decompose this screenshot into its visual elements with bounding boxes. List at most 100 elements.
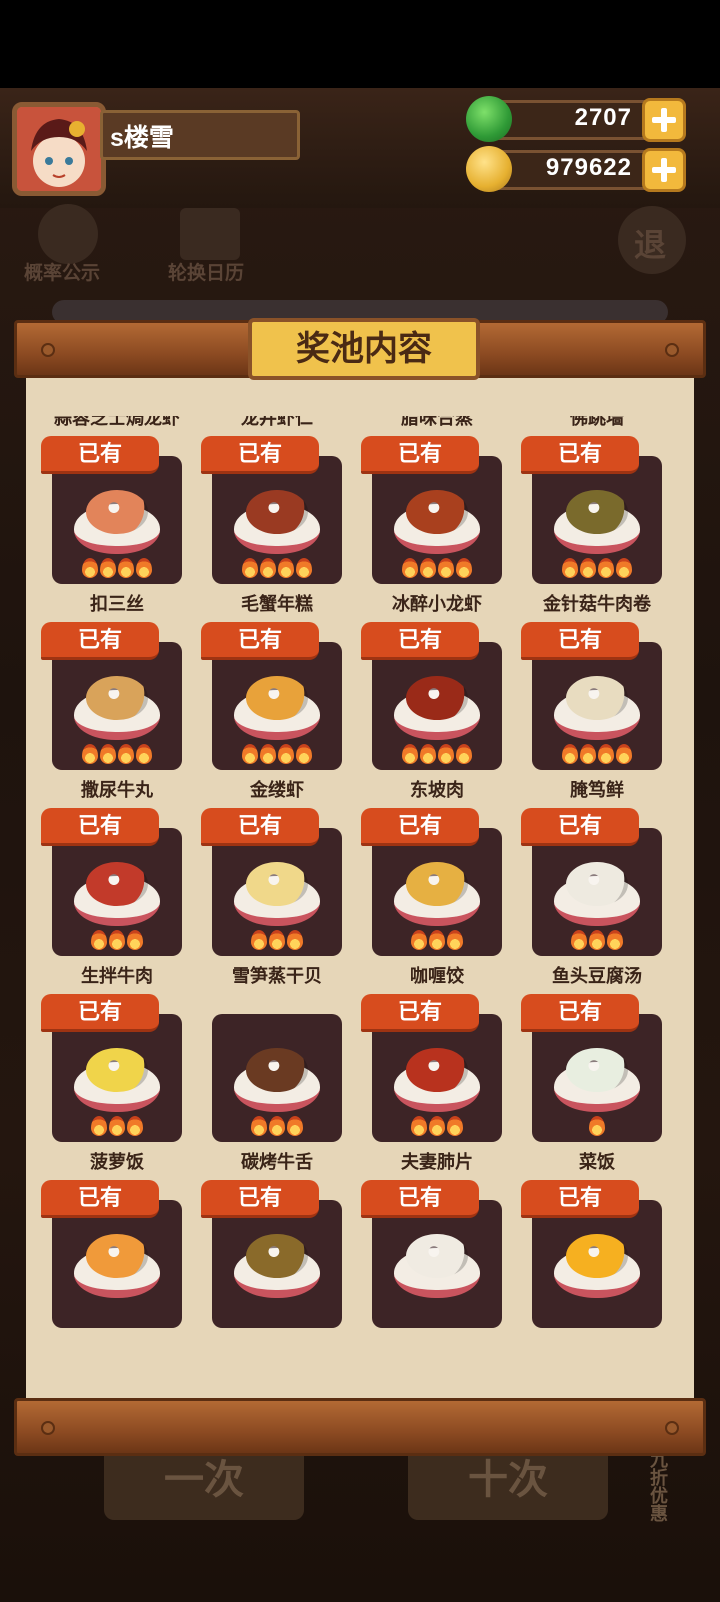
rod-nail <box>41 343 55 357</box>
calendar-button[interactable]: 轮换日历 <box>168 258 244 285</box>
dish-name: 撒尿牛丸 <box>81 780 153 801</box>
flame-icon <box>456 558 472 578</box>
jade-value: 2707 <box>574 104 632 131</box>
flame-icon <box>589 930 605 950</box>
avatar-portrait <box>17 107 101 191</box>
dish-food-icon <box>246 490 308 534</box>
flame-icon <box>438 744 454 764</box>
rod-nail <box>665 343 679 357</box>
flame-icon <box>616 558 632 578</box>
jade-coin-icon <box>466 96 512 142</box>
dish-name: 扣三丝 <box>90 594 144 615</box>
flame-icon <box>580 558 596 578</box>
dish-image-frame <box>212 456 342 584</box>
add-jade-button[interactable] <box>642 98 686 142</box>
rarity-flames <box>372 930 502 956</box>
dish-card[interactable]: 咖喱饺 已有 <box>361 808 512 998</box>
flame-icon <box>136 558 152 578</box>
dish-card[interactable]: 东坡肉 已有 <box>361 622 512 812</box>
dish-card[interactable]: 菠萝饭 已有 <box>41 994 192 1184</box>
flame-icon <box>278 558 294 578</box>
dish-card[interactable]: 已有 <box>41 1180 192 1358</box>
dish-card[interactable]: 已有 <box>521 1180 672 1358</box>
dish-name: 腌笃鲜 <box>570 780 624 801</box>
probability-button[interactable]: 概率公示 <box>24 258 100 285</box>
rod-nail <box>665 1421 679 1435</box>
owned-badge: 已有 <box>521 808 639 846</box>
flame-icon <box>562 558 578 578</box>
dish-name: 生拌牛肉 <box>81 966 153 987</box>
dish-name: 雪笋蒸干贝 <box>232 966 322 987</box>
dish-card[interactable]: 毛蟹年糕 已有 <box>201 436 352 626</box>
rarity-flames <box>52 558 182 584</box>
rarity-flames <box>212 1302 342 1328</box>
dish-card[interactable]: 金缕虾 已有 <box>201 622 352 812</box>
rarity-flames <box>532 930 662 956</box>
flame-icon <box>260 744 276 764</box>
dish-image-frame <box>52 1200 182 1328</box>
rarity-flames <box>52 1116 182 1142</box>
owned-badge: 已有 <box>521 994 639 1032</box>
dish-grid[interactable]: 蒜蓉芝士焗龙虾 龙井虾仁 腊味合蒸 佛跳墙 扣三丝 已有 毛蟹年糕 已有 冰醉小龙虾 已有 金针菇牛… <box>26 416 694 1358</box>
owned-badge: 已有 <box>41 994 159 1032</box>
dish-food-icon <box>86 862 148 906</box>
rarity-flames <box>372 1302 502 1328</box>
owned-badge: 已有 <box>361 808 479 846</box>
dish-card[interactable]: 鱼头豆腐汤 已有 <box>521 808 672 998</box>
dish-card[interactable]: 冰醉小龙虾 已有 <box>361 436 512 626</box>
bottom-scroll-rod <box>14 1398 706 1456</box>
dish-food-icon <box>566 1048 628 1092</box>
flame-icon <box>580 744 596 764</box>
dish-name: 咖喱饺 <box>410 966 464 987</box>
dish-card[interactable]: 雪笋蒸干贝 已有 <box>201 808 352 998</box>
dish-card[interactable]: 已有 <box>201 1180 352 1358</box>
dish-name: 鱼头豆腐汤 <box>552 966 642 987</box>
jade-currency: 2707 <box>466 96 686 142</box>
dish-name: 金缕虾 <box>250 780 304 801</box>
dish-card[interactable]: 碳烤牛舌 <box>202 994 352 1184</box>
rarity-flames <box>532 1116 662 1142</box>
probability-icon <box>38 204 98 264</box>
dish-food-icon <box>86 1234 148 1278</box>
dish-image-frame <box>372 642 502 770</box>
dish-card[interactable]: 已有 <box>361 1180 512 1358</box>
flame-icon <box>91 930 107 950</box>
rarity-flames <box>52 930 182 956</box>
flame-icon <box>287 1116 303 1136</box>
dish-food-icon <box>406 1234 468 1278</box>
dish-food-icon <box>566 676 628 720</box>
dish-image-frame <box>532 1200 662 1328</box>
flame-icon <box>242 744 258 764</box>
avatar[interactable] <box>12 102 106 196</box>
calendar-icon <box>180 208 240 260</box>
add-gold-button[interactable] <box>642 148 686 192</box>
dish-card[interactable]: 撒尿牛丸 已有 <box>41 622 192 812</box>
dish-card[interactable]: 菜饭 已有 <box>521 994 672 1184</box>
flame-icon <box>607 930 623 950</box>
dish-card[interactable]: 腌笃鲜 已有 <box>521 622 672 812</box>
dish-image-frame <box>372 1014 502 1142</box>
flame-icon <box>91 1116 107 1136</box>
dish-card[interactable]: 金针菇牛肉卷 已有 <box>521 436 672 626</box>
flame-icon <box>598 744 614 764</box>
flame-icon <box>598 558 614 578</box>
dish-card[interactable]: 扣三丝 已有 <box>41 436 192 626</box>
flame-icon <box>109 1116 125 1136</box>
flame-icon <box>109 930 125 950</box>
discount-tag: 九折优惠 <box>647 1450 668 1522</box>
owned-badge: 已有 <box>521 622 639 660</box>
rarity-flames <box>372 744 502 770</box>
flame-icon <box>429 930 445 950</box>
dish-card[interactable]: 夫妻肺片 已有 <box>361 994 512 1184</box>
dish-food-icon <box>86 490 148 534</box>
dish-card[interactable]: 生拌牛肉 已有 <box>41 808 192 998</box>
dish-name: 碳烤牛舌 <box>241 1152 313 1173</box>
flame-icon <box>447 930 463 950</box>
owned-badge: 已有 <box>41 1180 159 1218</box>
dish-name: 蒜蓉芝士焗龙虾 <box>54 416 180 429</box>
dish-food-icon <box>406 490 468 534</box>
status-bar <box>0 0 720 88</box>
gold-coin-icon <box>466 146 512 192</box>
flame-icon <box>82 744 98 764</box>
owned-badge: 已有 <box>361 1180 479 1218</box>
